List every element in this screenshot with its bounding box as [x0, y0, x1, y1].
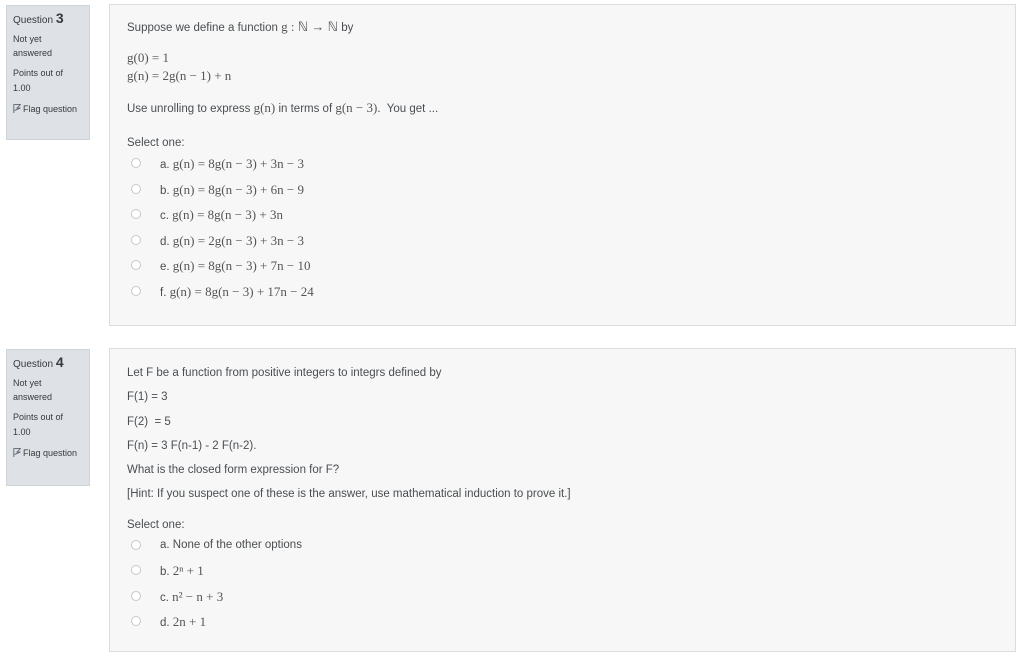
radio-button[interactable]: [131, 285, 141, 296]
radio-button[interactable]: [131, 234, 141, 245]
select-one-label: Select one:: [127, 137, 185, 149]
answer-option[interactable]: b. g(n) = 8g(n − 3) + 6n − 9: [127, 177, 998, 203]
answer-option[interactable]: a. g(n) = 8g(n − 3) + 3n − 3: [127, 151, 998, 177]
answer-option[interactable]: b. 2ⁿ + 1: [127, 558, 998, 584]
question-grade: Points out of 1.00: [13, 412, 64, 437]
answer-option[interactable]: c. g(n) = 8g(n − 3) + 3n: [127, 202, 998, 228]
question-prompt: Use unrolling to express g(n) in terms o…: [127, 100, 439, 115]
answer-options: a. None of the other options b. 2ⁿ + 1 c…: [127, 533, 998, 635]
question-intro: Suppose we define a function g : ℕ → ℕ b…: [127, 19, 354, 34]
flag-question-link[interactable]: Flag question: [13, 102, 83, 116]
answer-option[interactable]: e. g(n) = 8g(n − 3) + 7n − 10: [127, 253, 998, 279]
radio-button[interactable]: [131, 260, 141, 270]
question-text: Let F be a function from positive intege…: [127, 361, 998, 507]
question-line: F(1) = 3: [127, 391, 168, 404]
hint-line: [Hint: If you suspect one of these is th…: [127, 488, 571, 501]
radio-button[interactable]: [131, 183, 141, 194]
question-content: Let F be a function from positive intege…: [109, 348, 1016, 652]
question-info-panel: Question 3 Not yet answered Points out o…: [6, 5, 90, 140]
answer-option[interactable]: d. g(n) = 2g(n − 3) + 3n − 3: [127, 228, 998, 254]
question-grade: Points out of 1.00: [13, 68, 64, 93]
radio-button[interactable]: [131, 539, 141, 550]
question-state: Not yet answered: [13, 378, 53, 402]
definition-line: g(n) = 2g(n − 1) + n: [127, 68, 232, 83]
select-one-label: Select one:: [127, 518, 185, 531]
flag-icon: [13, 104, 21, 113]
question-line: F(2) = 5: [127, 415, 171, 428]
radio-button[interactable]: [131, 565, 141, 576]
question-number: Question 4: [13, 354, 64, 371]
question-line: What is the closed form expression for F…: [127, 464, 340, 477]
flag-icon: [13, 448, 21, 457]
question-info-panel: Question 4 Not yet answered Points out o…: [6, 349, 90, 486]
definition-line: g(0) = 1: [127, 50, 169, 65]
question-line: F(n) = 3 F(n-1) - 2 F(n-2).: [127, 439, 257, 452]
radio-button[interactable]: [131, 590, 141, 601]
question-content: Suppose we define a function g : ℕ → ℕ b…: [109, 4, 1016, 326]
answer-option[interactable]: f. g(n) = 8g(n − 3) + 17n − 24: [127, 279, 998, 305]
question-line: Let F be a function from positive intege…: [127, 367, 442, 379]
answer-option[interactable]: d. 2n + 1: [127, 609, 998, 635]
flag-question-link[interactable]: Flag question: [13, 446, 83, 460]
definition: g(0) = 1 g(n) = 2g(n − 1) + n: [127, 49, 998, 85]
radio-button[interactable]: [131, 158, 141, 168]
answer-option[interactable]: c. n² − n + 3: [127, 584, 998, 610]
radio-button[interactable]: [131, 209, 141, 219]
question-state: Not yet answered: [13, 34, 53, 58]
question-number: Question 3: [13, 10, 64, 27]
radio-button[interactable]: [131, 616, 141, 627]
answer-option[interactable]: a. None of the other options: [127, 533, 998, 559]
answer-options: a. g(n) = 8g(n − 3) + 3n − 3 b. g(n) = 8…: [127, 151, 998, 304]
